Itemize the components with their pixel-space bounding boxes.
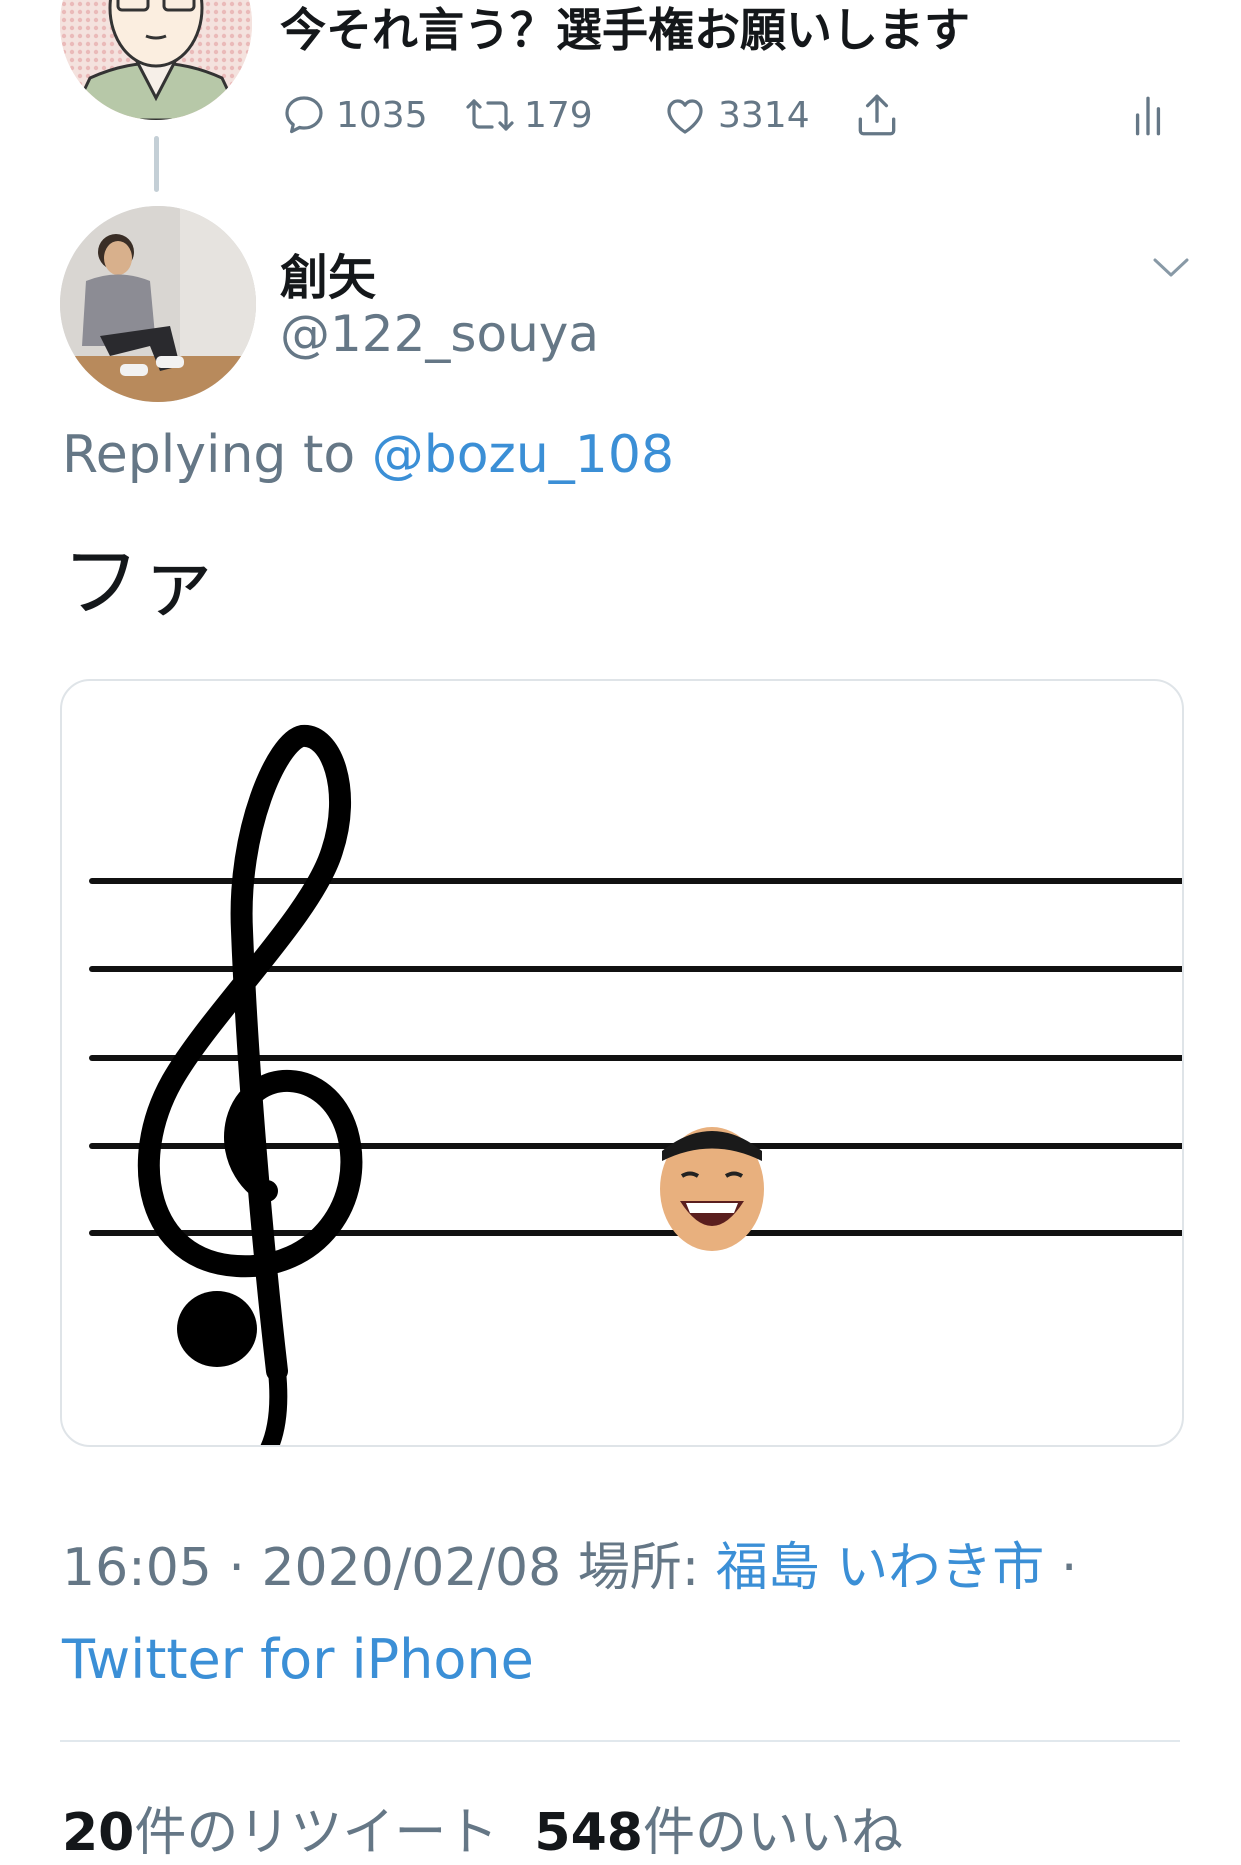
likes-label: 件のいいね [642,1803,903,1863]
meta-separator: · [1060,1538,1078,1598]
reply-author-handle[interactable]: @122_souya [280,305,599,363]
tweet-timestamp: 16:05 · 2020/02/08 [62,1538,562,1598]
cartoon-avatar-image [60,0,252,120]
replying-to-label: Replying to [62,425,372,485]
likes-stat[interactable]: 548件のいいね [534,1803,903,1863]
tweet-meta-line: 16:05 · 2020/02/08 場所: 福島 いわき市 · [62,1525,1077,1600]
analytics-button[interactable] [1128,90,1168,140]
reply-tweet-text: ファ [62,538,219,628]
laughing-face-note-icon [660,1127,764,1251]
retweets-stat[interactable]: 20件のリツイート [62,1803,498,1863]
retweet-count: 179 [524,94,593,136]
reply-author-avatar[interactable] [60,206,256,402]
location-label: 場所: [577,1538,700,1598]
tweet-source-link[interactable]: Twitter for iPhone [62,1628,534,1691]
tweet-stats: 20件のリツイート 548件のいいね [62,1790,903,1865]
reply-author-display-name[interactable]: 創矢 [280,238,376,308]
replying-to-mention-link[interactable]: @bozu_108 [372,425,674,485]
parent-avatar[interactable] [60,0,252,120]
reply-icon [285,96,323,134]
reply-button[interactable]: 1035 [280,90,428,140]
reply-count: 1035 [336,94,428,136]
chevron-down-icon [1153,258,1189,277]
likes-count: 548 [534,1803,643,1863]
retweet-icon [466,99,514,131]
tweet-media-image[interactable] [60,679,1184,1447]
tweet-options-button[interactable] [1152,256,1190,284]
photo-avatar-image [60,206,256,402]
like-icon [667,99,703,134]
share-button[interactable] [852,90,902,140]
retweet-button[interactable]: 179 [464,90,593,140]
like-count: 3314 [718,94,810,136]
treble-clef-staff-illustration [89,725,1182,1445]
retweets-count: 20 [62,1803,135,1863]
retweets-label: 件のリツイート [134,1803,499,1863]
thread-connector-line [154,136,159,192]
share-icon [858,94,896,136]
parent-tweet-text: 今それ言う？選手権お願いします [280,3,970,57]
analytics-icon [1135,96,1161,136]
location-link[interactable]: 福島 いわき市 [716,1538,1045,1598]
stats-divider [60,1740,1180,1742]
replying-to-line: Replying to @bozu_108 [62,425,674,485]
like-button[interactable]: 3314 [660,90,810,140]
